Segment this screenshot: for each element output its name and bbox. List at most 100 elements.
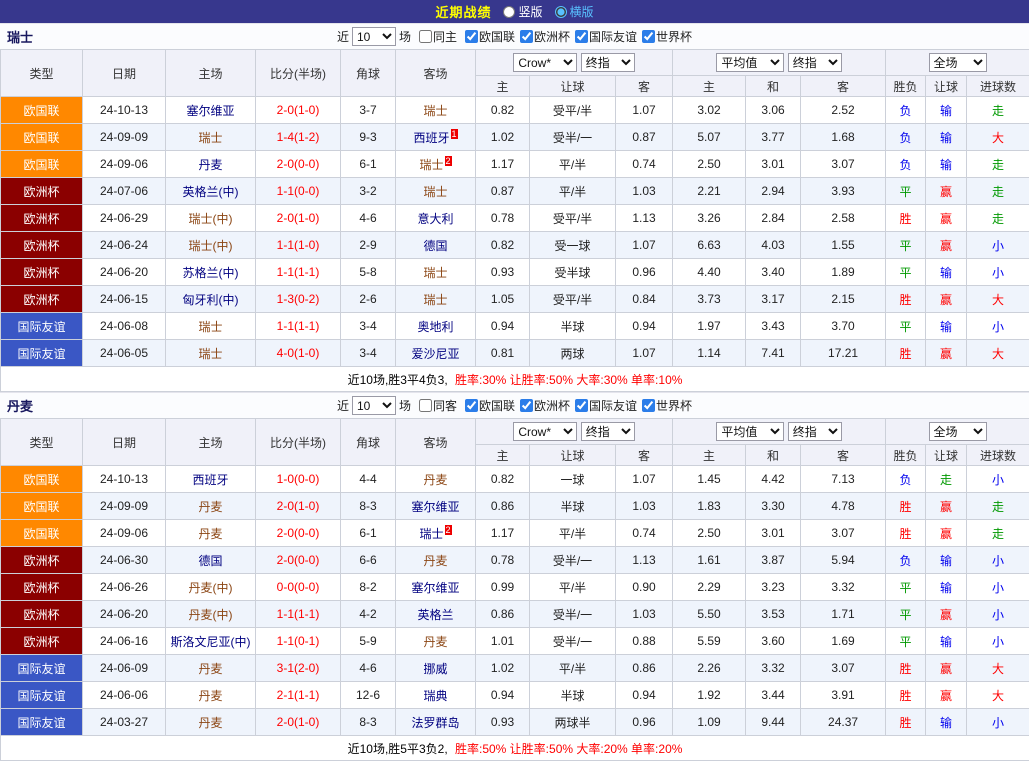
same-venue-filter[interactable]: 同客 — [419, 397, 457, 414]
result-goals: 小 — [967, 259, 1029, 286]
same-venue-checkbox[interactable] — [419, 399, 432, 412]
filters-group: 近 10 场 同客 欧国联欧洲杯国际友谊世界杯 — [337, 396, 692, 415]
average-final-select[interactable]: 终指 — [788, 422, 842, 441]
league-filter-checkbox[interactable] — [520, 30, 533, 43]
league-filter-checkbox[interactable] — [575, 399, 588, 412]
average-select[interactable]: 平均值 — [716, 53, 784, 72]
home-team-name[interactable]: 匈牙利(中) — [183, 293, 239, 307]
handicap-odds-home: 1.17 — [476, 520, 530, 547]
home-team-name[interactable]: 丹麦 — [198, 716, 222, 730]
home-team-name[interactable]: 丹麦 — [198, 662, 222, 676]
result-handicap: 输 — [926, 259, 967, 286]
home-team-name[interactable]: 英格兰(中) — [183, 185, 239, 199]
away-team-name[interactable]: 瑞士 — [423, 266, 447, 280]
home-team-name[interactable]: 瑞士 — [198, 320, 222, 334]
layout-vertical-option[interactable]: 竖版 — [503, 3, 542, 20]
league-filter[interactable]: 世界杯 — [642, 397, 692, 414]
corner-score: 8-3 — [341, 709, 396, 736]
away-team-name[interactable]: 丹麦 — [423, 473, 447, 487]
average-select[interactable]: 平均值 — [716, 422, 784, 441]
away-team-name[interactable]: 瑞士 — [423, 293, 447, 307]
odds-source-select[interactable]: Crow* — [513, 422, 577, 441]
away-team-name[interactable]: 瑞士 — [419, 527, 443, 541]
away-team-name[interactable]: 瑞士 — [423, 104, 447, 118]
away-team-name[interactable]: 挪威 — [423, 662, 447, 676]
league-filter[interactable]: 欧国联 — [465, 28, 515, 45]
away-team-name[interactable]: 奥地利 — [417, 320, 453, 334]
vertical-layout-radio[interactable] — [503, 6, 515, 18]
home-team-name[interactable]: 丹麦 — [198, 158, 222, 172]
match-row: 国际友谊 24-03-27 丹麦 2-0(1-0) 8-3 法罗群岛 0.93 … — [1, 709, 1029, 736]
scope-select[interactable]: 全场 — [929, 53, 987, 72]
col-header-type: 类型 — [1, 419, 83, 466]
layout-horizontal-option[interactable]: 横版 — [555, 3, 594, 20]
avg-odds-away: 3.07 — [801, 655, 886, 682]
home-team-name[interactable]: 瑞士(中) — [189, 239, 233, 253]
league-filter[interactable]: 世界杯 — [642, 28, 692, 45]
home-team-name[interactable]: 丹麦(中) — [189, 608, 233, 622]
avg-odds-away: 24.37 — [801, 709, 886, 736]
odds-final-select[interactable]: 终指 — [581, 53, 635, 72]
league-filter[interactable]: 欧洲杯 — [520, 28, 570, 45]
home-team-name[interactable]: 塞尔维亚 — [186, 104, 234, 118]
league-filter[interactable]: 欧洲杯 — [520, 397, 570, 414]
result-outcome: 胜 — [886, 286, 926, 313]
odds-final-select[interactable]: 终指 — [581, 422, 635, 441]
home-team-name[interactable]: 德国 — [198, 554, 222, 568]
home-team-name[interactable]: 丹麦(中) — [189, 581, 233, 595]
home-team-name[interactable]: 瑞士 — [198, 131, 222, 145]
away-team-name[interactable]: 西班牙 — [413, 131, 449, 145]
same-venue-filter[interactable]: 同主 — [419, 28, 457, 45]
same-venue-checkbox[interactable] — [419, 30, 432, 43]
home-team-name[interactable]: 瑞士(中) — [189, 212, 233, 226]
subcol-handicap-result: 让球 — [926, 445, 967, 466]
away-team-name[interactable]: 瑞士 — [419, 158, 443, 172]
home-team-name[interactable]: 丹麦 — [198, 527, 222, 541]
league-filter-checkbox[interactable] — [642, 30, 655, 43]
away-team-name[interactable]: 法罗群岛 — [411, 716, 459, 730]
away-team-name[interactable]: 丹麦 — [423, 635, 447, 649]
away-team-name[interactable]: 塞尔维亚 — [411, 581, 459, 595]
league-filter-checkbox[interactable] — [465, 399, 478, 412]
home-team-name[interactable]: 斯洛文尼亚(中) — [171, 635, 251, 649]
away-team-name[interactable]: 丹麦 — [423, 554, 447, 568]
handicap-line: 受平/半 — [530, 286, 616, 313]
away-team-name[interactable]: 塞尔维亚 — [411, 500, 459, 514]
away-team-name[interactable]: 瑞士 — [423, 185, 447, 199]
subcol-goals-result: 进球数 — [967, 76, 1029, 97]
horizontal-layout-radio[interactable] — [555, 6, 567, 18]
scope-select[interactable]: 全场 — [929, 422, 987, 441]
handicap-line: 两球半 — [530, 709, 616, 736]
match-count-select[interactable]: 10 — [352, 27, 396, 46]
match-score: 3-1(2-0) — [256, 655, 341, 682]
average-odds-group-header: 平均值 终指 — [673, 419, 886, 445]
match-date: 24-06-08 — [83, 313, 166, 340]
result-outcome: 负 — [886, 124, 926, 151]
home-team-name[interactable]: 丹麦 — [198, 689, 222, 703]
league-filter-checkbox[interactable] — [465, 30, 478, 43]
league-filter-checkbox[interactable] — [520, 399, 533, 412]
result-handicap: 输 — [926, 574, 967, 601]
avg-odds-draw: 2.94 — [746, 178, 801, 205]
league-filter-label: 欧洲杯 — [534, 397, 570, 414]
away-team-name[interactable]: 英格兰 — [417, 608, 453, 622]
home-team-name[interactable]: 苏格兰(中) — [183, 266, 239, 280]
league-filter[interactable]: 欧国联 — [465, 397, 515, 414]
home-team-name[interactable]: 西班牙 — [192, 473, 228, 487]
average-final-select[interactable]: 终指 — [788, 53, 842, 72]
subcol-avg-away: 客 — [801, 445, 886, 466]
match-count-select[interactable]: 10 — [352, 396, 396, 415]
away-team-name[interactable]: 瑞典 — [423, 689, 447, 703]
result-goals: 走 — [967, 205, 1029, 232]
league-filter[interactable]: 国际友谊 — [575, 397, 637, 414]
league-filter[interactable]: 国际友谊 — [575, 28, 637, 45]
corner-score: 3-2 — [341, 178, 396, 205]
away-team-name[interactable]: 德国 — [423, 239, 447, 253]
odds-source-select[interactable]: Crow* — [513, 53, 577, 72]
home-team-name[interactable]: 瑞士 — [198, 347, 222, 361]
league-filter-checkbox[interactable] — [642, 399, 655, 412]
home-team-name[interactable]: 丹麦 — [198, 500, 222, 514]
away-team-name[interactable]: 爱沙尼亚 — [411, 347, 459, 361]
away-team-name[interactable]: 意大利 — [417, 212, 453, 226]
league-filter-checkbox[interactable] — [575, 30, 588, 43]
